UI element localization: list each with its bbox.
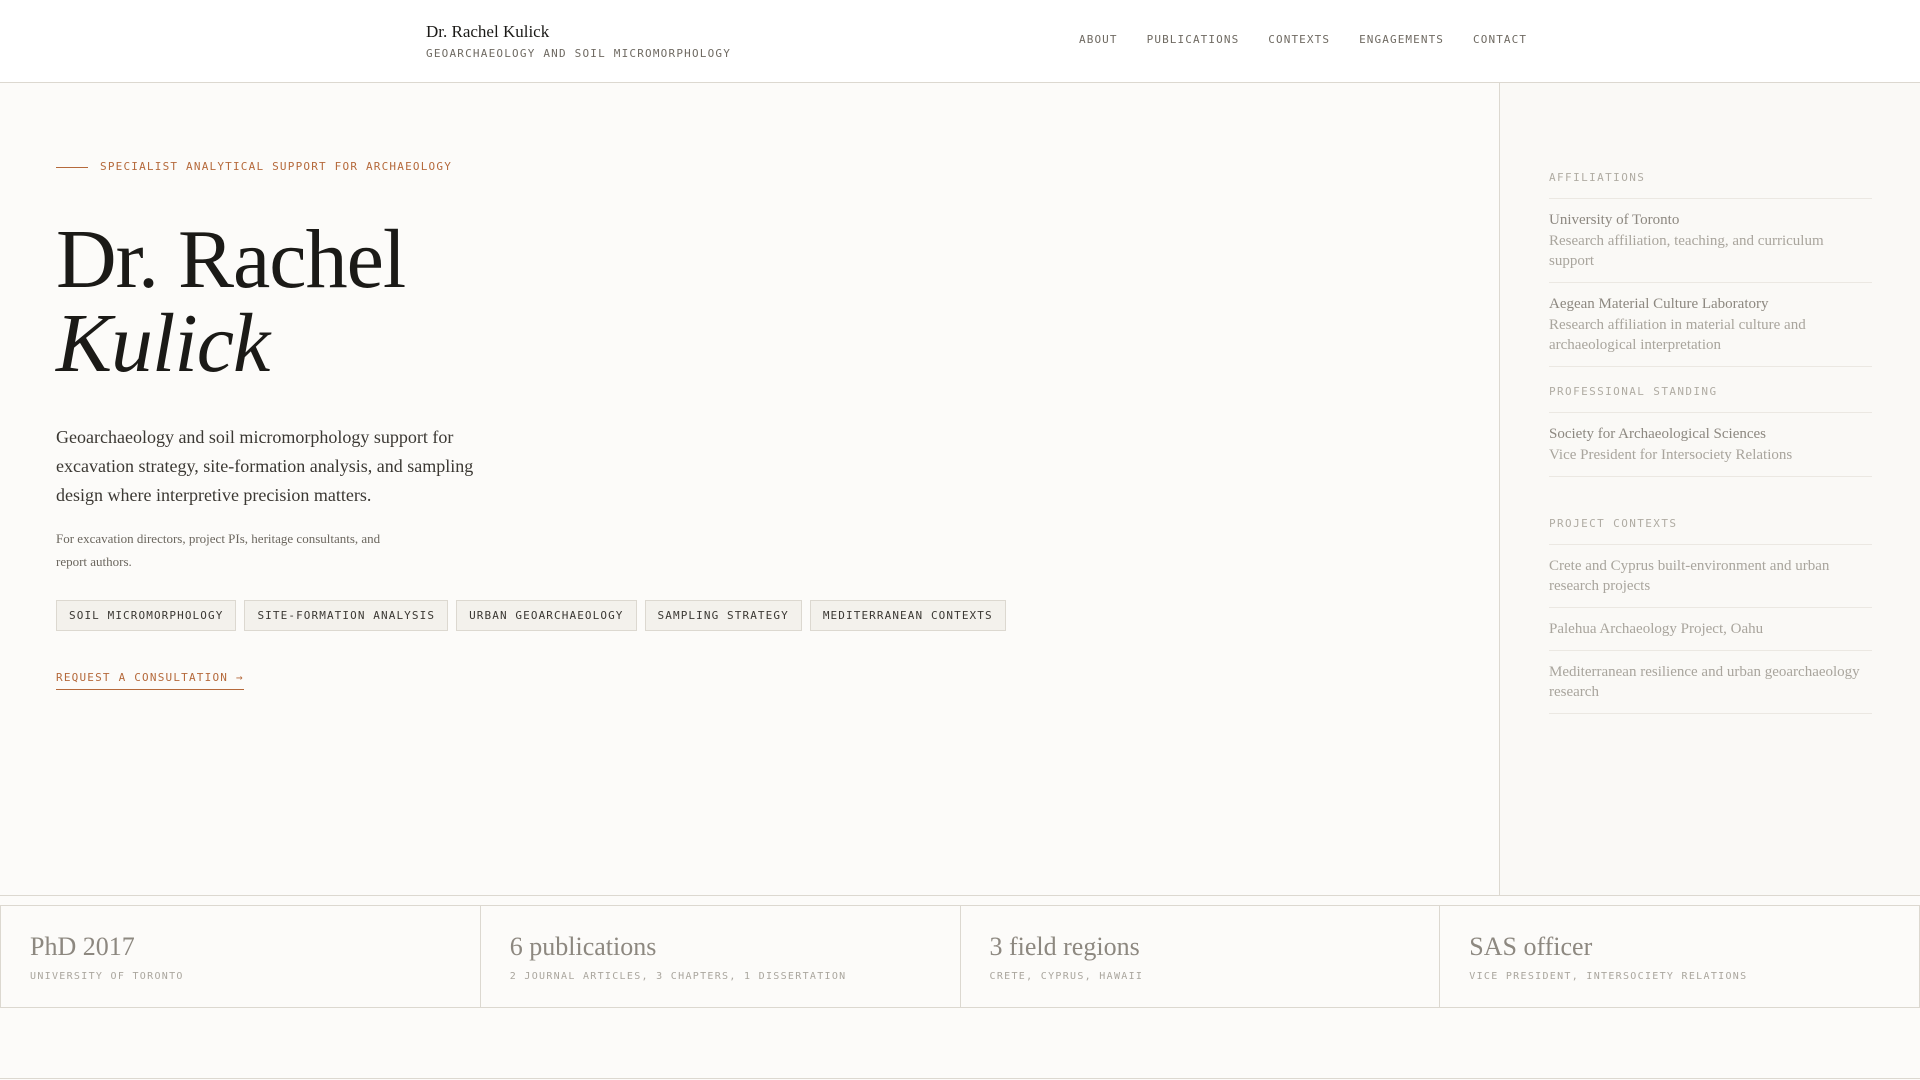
consultation-link[interactable]: REQUEST A CONSULTATION →: [56, 670, 244, 690]
stat-card: 3 field regions CRETE, CYPRUS, HAWAII: [959, 906, 1440, 1007]
affiliation-item: University of Toronto Research affiliati…: [1549, 199, 1872, 283]
standing-item: Society for Archaeological Sciences Vice…: [1549, 413, 1872, 477]
stat-label: UNIVERSITY OF TORONTO: [30, 971, 184, 982]
affiliation-title: University of Toronto: [1549, 212, 1680, 228]
site-header: Dr. Rachel Kulick GEOARCHAEOLOGY AND SOI…: [0, 0, 1920, 83]
brand-subtitle: GEOARCHAEOLOGY AND SOIL MICROMORPHOLOGY: [426, 47, 732, 60]
stat-label: CRETE, CYPRUS, HAWAII: [989, 971, 1144, 982]
expertise-tags: SOIL MICROMORPHOLOGY SITE-FORMATION ANAL…: [56, 600, 1006, 631]
stat-value: PhD 2017: [30, 932, 135, 961]
tag-mediterranean-contexts: MEDITERRANEAN CONTEXTS: [809, 600, 1006, 631]
title-line-2: Kulick: [56, 297, 270, 390]
standing-section: PROFESSIONAL STANDING Society for Archae…: [1549, 384, 1872, 477]
context-item: Crete and Cyprus built-environment and u…: [1549, 545, 1872, 608]
affiliation-item: Aegean Material Culture Laboratory Resea…: [1549, 283, 1872, 367]
sidebar: AFFILIATIONS University of Toronto Resea…: [1499, 83, 1920, 895]
nav-about[interactable]: ABOUT: [1079, 32, 1118, 48]
eyebrow: SPECIALIST ANALYTICAL SUPPORT FOR ARCHAE…: [56, 159, 452, 175]
nav-contexts[interactable]: CONTEXTS: [1268, 32, 1330, 48]
context-text: Palehua Archaeology Project, Oahu: [1549, 621, 1764, 637]
stat-label: 2 JOURNAL ARTICLES, 3 CHAPTERS, 1 DISSER…: [509, 971, 847, 982]
divider: [0, 1078, 1920, 1079]
audience-note: For excavation directors, project PIs, h…: [56, 531, 381, 569]
standing-title: Society for Archaeological Sciences: [1549, 426, 1767, 442]
affiliations-heading: AFFILIATIONS: [1549, 170, 1872, 199]
context-text: Mediterranean resilience and urban geoar…: [1549, 664, 1860, 700]
stat-card: 6 publications 2 JOURNAL ARTICLES, 3 CHA…: [479, 906, 960, 1007]
affiliation-desc: Research affiliation in material culture…: [1549, 317, 1806, 353]
nav-publications[interactable]: PUBLICATIONS: [1147, 32, 1240, 48]
lead-paragraph: Geoarchaeology and soil micromorphology …: [56, 427, 474, 505]
affiliations-section: AFFILIATIONS University of Toronto Resea…: [1549, 170, 1872, 367]
brand[interactable]: Dr. Rachel Kulick GEOARCHAEOLOGY AND SOI…: [426, 21, 731, 62]
stat-value: 6 publications: [509, 932, 657, 961]
divider: [0, 895, 1920, 896]
affiliation-title: Aegean Material Culture Laboratory: [1549, 296, 1769, 312]
eyebrow-rule: [56, 166, 88, 168]
standing-desc: Vice President for Intersociety Relation…: [1549, 447, 1793, 463]
brand-name[interactable]: Dr. Rachel Kulick: [426, 21, 731, 43]
standing-heading: PROFESSIONAL STANDING: [1549, 384, 1872, 413]
tag-site-formation-analysis: SITE-FORMATION ANALYSIS: [244, 600, 449, 631]
tag-sampling-strategy: SAMPLING STRATEGY: [644, 600, 802, 631]
page-title: Dr. Rachel Kulick: [56, 218, 406, 390]
stat-card: SAS officer VICE PRESIDENT, INTERSOCIETY…: [1439, 906, 1920, 1007]
tag-soil-micromorphology: SOIL MICROMORPHOLOGY: [56, 600, 237, 631]
main-nav: ABOUT PUBLICATIONS CONTEXTS ENGAGEMENTS …: [1079, 32, 1527, 48]
stat-value: SAS officer: [1469, 932, 1593, 961]
context-item: Mediterranean resilience and urban geoar…: [1549, 651, 1872, 714]
contexts-heading: PROJECT CONTEXTS: [1549, 516, 1872, 545]
contexts-section: PROJECT CONTEXTS Crete and Cyprus built-…: [1549, 516, 1872, 714]
stat-label: VICE PRESIDENT, INTERSOCIETY RELATIONS: [1469, 971, 1748, 982]
affiliation-desc: Research affiliation, teaching, and curr…: [1549, 233, 1824, 269]
stat-value: 3 field regions: [989, 932, 1140, 961]
nav-contact[interactable]: CONTACT: [1473, 32, 1527, 48]
eyebrow-text: SPECIALIST ANALYTICAL SUPPORT FOR ARCHAE…: [100, 160, 453, 173]
context-text: Crete and Cyprus built-environment and u…: [1549, 558, 1830, 594]
stats-bar: PhD 2017 UNIVERSITY OF TORONTO 6 publica…: [0, 905, 1920, 1008]
tag-urban-geoarchaeology: URBAN GEOARCHAEOLOGY: [456, 600, 637, 631]
title-line-1: Dr. Rachel: [56, 213, 406, 306]
stat-card: PhD 2017 UNIVERSITY OF TORONTO: [0, 906, 480, 1007]
context-item: Palehua Archaeology Project, Oahu: [1549, 608, 1872, 651]
nav-engagements[interactable]: ENGAGEMENTS: [1359, 32, 1444, 48]
